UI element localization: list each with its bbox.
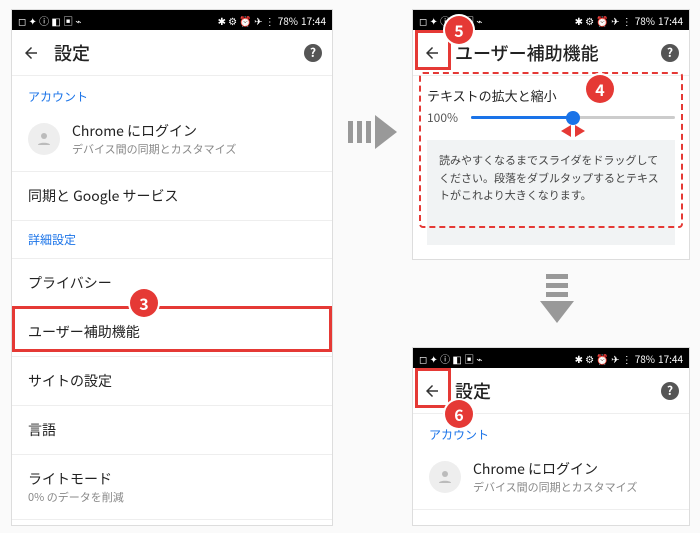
login-secondary: デバイス間の同期とカスタマイズ — [473, 479, 637, 495]
login-row[interactable]: Chrome にログイン デバイス間の同期とカスタマイズ — [413, 449, 689, 509]
drag-arrows-icon — [561, 125, 585, 137]
phone-settings-return: ◻ ✦ ⓘ ◧ ▣ ⌁ ✱ ⚙ ⏰ ✈ ⋮ 78%17:44 設定 ? アカウン… — [413, 348, 689, 525]
help-icon[interactable]: ? — [661, 44, 679, 62]
login-row[interactable]: Chrome にログイン デバイス間の同期とカスタマイズ — [12, 111, 332, 171]
back-icon[interactable] — [423, 44, 441, 62]
avatar-icon — [28, 123, 60, 155]
avatar-icon — [429, 461, 461, 493]
item-privacy[interactable]: プライバシー — [12, 258, 332, 307]
slider-hint: 読みやすくなるまでスライダをドラッグしてください。段落をダブルタップするとテキス… — [427, 140, 675, 245]
help-icon[interactable]: ? — [661, 382, 679, 400]
status-bar: ◻ ✦ ⓘ ◧ ▣ ⌁ ✱ ⚙ ⏰ ✈ ⋮ 78%17:44 — [413, 348, 689, 368]
item-language[interactable]: 言語 — [12, 405, 332, 454]
callout-6: 6 — [445, 400, 473, 428]
flow-arrow-down-icon — [540, 274, 574, 323]
page-title: 設定 — [54, 40, 290, 66]
item-site[interactable]: サイトの設定 — [12, 356, 332, 405]
callout-4: 4 — [586, 75, 614, 103]
help-icon[interactable]: ? — [304, 44, 322, 62]
page-title: 設定 — [455, 378, 647, 404]
slider-value: 100% — [427, 109, 463, 126]
callout-5: 5 — [445, 16, 473, 44]
page-title: ユーザー補助機能 — [455, 40, 647, 66]
phone-accessibility: ◻ ✦ ⓘ ◧ ▣ ⌁ ✱ ⚙ ⏰ ✈ ⋮ 78%17:44 ユーザー補助機能 … — [413, 10, 689, 259]
section-advanced[interactable]: 詳細設定 — [12, 220, 332, 258]
back-icon[interactable] — [423, 382, 441, 400]
item-sync[interactable]: 同期と Google サービス — [413, 509, 689, 525]
item-sync[interactable]: 同期と Google サービス — [12, 171, 332, 220]
header: 設定 ? — [12, 30, 332, 76]
login-secondary: デバイス間の同期とカスタマイズ — [72, 141, 236, 157]
phone-settings: ◻ ✦ ⓘ ◧ ▣ ⌁ ✱ ⚙ ⏰ ✈ ⋮ 78%17:44 設定 ? アカウン… — [12, 10, 332, 525]
item-downloads[interactable]: ダウンロード — [12, 519, 332, 525]
login-primary: Chrome にログイン — [72, 121, 236, 141]
callout-3: 3 — [130, 289, 158, 317]
item-accessibility[interactable]: ユーザー補助機能 — [12, 307, 332, 356]
login-primary: Chrome にログイン — [473, 459, 637, 479]
back-icon[interactable] — [22, 44, 40, 62]
text-size-slider[interactable] — [471, 116, 675, 119]
slider-thumb[interactable] — [566, 111, 580, 125]
status-bar: ◻ ✦ ⓘ ◧ ▣ ⌁ ✱ ⚙ ⏰ ✈ ⋮ 78%17:44 — [12, 10, 332, 30]
account-label: アカウント — [12, 76, 332, 111]
flow-arrow-right-icon — [348, 115, 397, 149]
slider-label: テキストの拡大と縮小 — [427, 86, 675, 105]
item-lightmode[interactable]: ライトモード 0% のデータを削減 — [12, 454, 332, 519]
